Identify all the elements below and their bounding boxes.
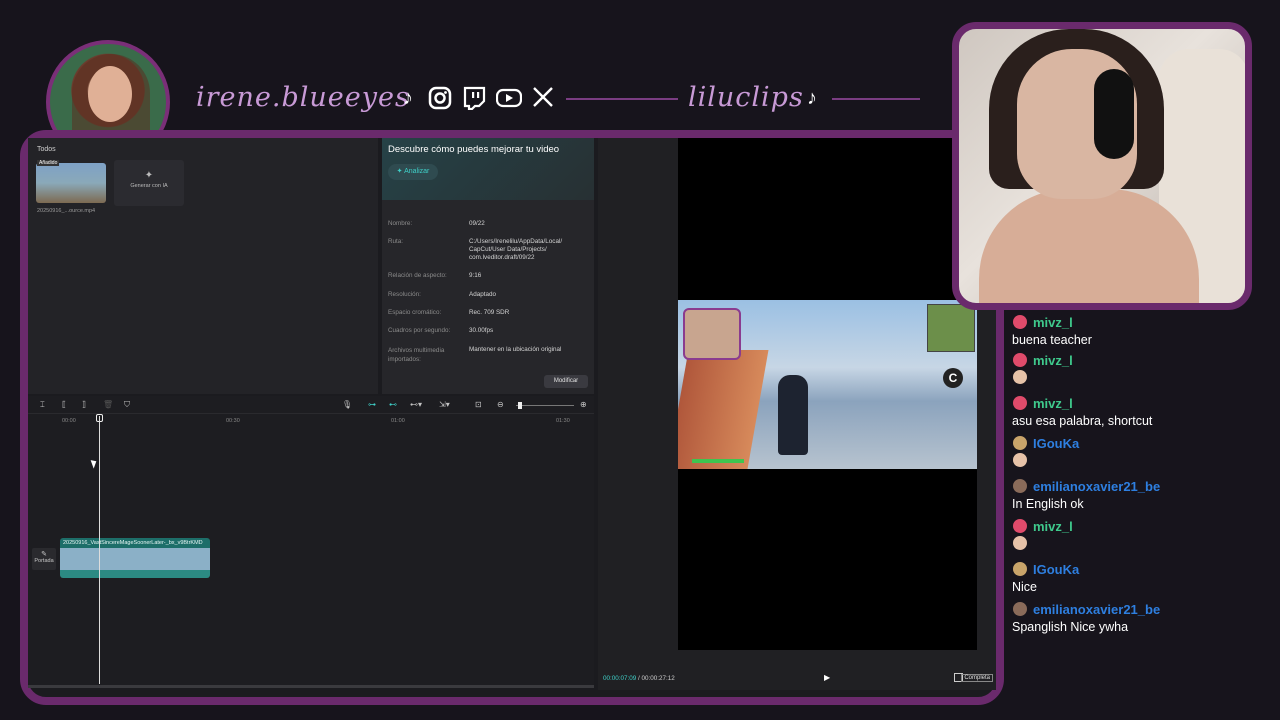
chat-username[interactable]: emilianoxavier21_be xyxy=(1033,602,1160,617)
split-left-icon[interactable]: ⟦ xyxy=(62,400,66,409)
time-readout: 00:00:07:09 / 00:00:27:12 xyxy=(603,675,675,682)
generate-ai-button[interactable]: ✦ Generar con IA xyxy=(114,160,184,206)
modify-button[interactable]: Modificar xyxy=(544,375,588,388)
emote-icon xyxy=(1013,370,1027,384)
magnet-icon[interactable]: ⊷ xyxy=(389,400,397,409)
chat-text: Spanglish Nice ywha xyxy=(1012,620,1129,634)
media-thumbnail[interactable]: Añadido xyxy=(36,160,106,203)
enhance-title: Descubre cómo puedes mejorar tu video xyxy=(388,144,560,155)
media-filename: 20250916_...ource.mp4 xyxy=(37,208,96,214)
zoom-slider[interactable] xyxy=(516,405,574,406)
user-badge-icon xyxy=(1013,353,1027,367)
filter-all[interactable]: Todos xyxy=(37,146,56,153)
tiktok-icon: ♪ xyxy=(807,87,817,109)
emote-icon xyxy=(1013,536,1027,550)
fullscreen-button[interactable]: Completa xyxy=(961,674,993,682)
delete-icon[interactable]: 🗑 xyxy=(103,400,113,409)
letterbox xyxy=(678,138,977,300)
instagram-icon xyxy=(428,86,452,110)
emote-icon xyxy=(1013,453,1027,467)
chat-username[interactable]: mivz_l xyxy=(1033,353,1073,368)
chat-text: buena teacher xyxy=(1012,333,1092,347)
zoom-out-icon[interactable]: ⊖ xyxy=(497,400,504,409)
headset xyxy=(1094,69,1134,159)
clip-name: 20250916_VastSincereMageSoonerLater-_bx_… xyxy=(63,540,203,546)
user-badge-icon xyxy=(1013,315,1027,329)
twitch-icon xyxy=(462,86,486,111)
streamer-handle: irene.blueeyes xyxy=(196,82,410,113)
chat-panel: mivz_l buena teacher mivz_l mivz_l asu e… xyxy=(1010,312,1280,642)
user-badge-icon xyxy=(1013,479,1027,493)
analyze-button[interactable]: ✦ Analizar xyxy=(388,164,438,180)
ruler-tick: 01:30 xyxy=(556,418,570,424)
webcam-feed xyxy=(952,22,1252,310)
link-icon[interactable]: ⊶ xyxy=(368,400,376,409)
pencil-icon: ✎ xyxy=(41,551,47,558)
user-badge-icon xyxy=(1013,396,1027,410)
youtube-icon xyxy=(495,86,523,110)
play-icon[interactable]: ▶ xyxy=(824,673,830,682)
split-icon[interactable]: ⌶ xyxy=(40,400,45,410)
chat-username[interactable]: mivz_l xyxy=(1033,315,1073,330)
health-bar xyxy=(692,459,744,463)
zoom-slider-knob[interactable] xyxy=(518,402,522,409)
generate-ai-label: Generar con IA xyxy=(130,183,168,189)
minimap xyxy=(927,304,975,352)
game-character xyxy=(778,375,808,455)
snap-icon[interactable]: ⊷▾ xyxy=(410,400,422,409)
user-badge-icon xyxy=(1013,562,1027,576)
zoom-in-icon[interactable]: ⊕ xyxy=(580,400,587,409)
c-logo-icon: C xyxy=(943,368,963,388)
cover-button[interactable]: ✎ Portada xyxy=(32,548,56,570)
user-badge-icon xyxy=(1013,436,1027,450)
media-panel: Todos Añadido 20250916_...ource.mp4 ✦ Ge… xyxy=(28,138,378,394)
chat-username[interactable]: mivz_l xyxy=(1033,396,1073,411)
video-clip[interactable]: 20250916_VastSincereMageSoonerLater-_bx_… xyxy=(60,538,210,578)
ruler-tick: 00:30 xyxy=(226,418,240,424)
chat-username[interactable]: IGouKa xyxy=(1033,562,1079,577)
shield-icon[interactable]: ⛉ xyxy=(124,400,130,410)
chat-username[interactable]: IGouKa xyxy=(1033,436,1079,451)
caption-icon[interactable]: ⊡ xyxy=(475,400,482,409)
chat-text: asu esa palabra, shortcut xyxy=(1012,414,1153,428)
preview-axis-icon[interactable]: ⇲▾ xyxy=(439,400,450,409)
chat-text: In English ok xyxy=(1012,497,1084,511)
clips-handle: liluclips xyxy=(688,82,804,113)
chat-username[interactable]: emilianoxavier21_be xyxy=(1033,479,1160,494)
timeline-scrollbar[interactable] xyxy=(28,685,594,688)
project-details-panel: Descubre cómo puedes mejorar tu video ✦ … xyxy=(382,138,594,394)
divider xyxy=(566,98,678,100)
user-badge-icon xyxy=(1013,519,1027,533)
chat-username[interactable]: mivz_l xyxy=(1033,519,1073,534)
letterbox xyxy=(678,469,977,650)
x-icon xyxy=(531,86,555,110)
sparkle-icon: ✦ xyxy=(144,170,154,181)
timeline-toolbar: ⌶ ⟦ ⟧ 🗑 ⛉ 🎙 ⊶ ⊷ ⊷▾ ⇲▾ ⊡ ⊖ ⊕ xyxy=(28,396,594,414)
video-preview[interactable]: C xyxy=(678,300,977,469)
timeline-panel: ⌶ ⟦ ⟧ 🗑 ⛉ 🎙 ⊶ ⊷ ⊷▾ ⇲▾ ⊡ ⊖ ⊕ 00:00 00:30 … xyxy=(28,396,594,688)
enhance-banner: Descubre cómo puedes mejorar tu video ✦ … xyxy=(382,138,594,200)
facecam-overlay xyxy=(683,308,741,360)
added-badge: Añadido xyxy=(37,160,60,166)
divider xyxy=(832,98,920,100)
ruler-tick: 00:00 xyxy=(62,418,76,424)
user-badge-icon xyxy=(1013,602,1027,616)
ruler-tick: 01:00 xyxy=(391,418,405,424)
tiktok-icon: ♪ xyxy=(403,87,413,109)
mouse-cursor xyxy=(90,458,99,469)
split-right-icon[interactable]: ⟧ xyxy=(82,400,86,409)
playhead[interactable] xyxy=(99,416,100,684)
video-player: C 00:00:07:09 / 00:00:27:12 ▶ Completa xyxy=(598,138,996,690)
mic-icon[interactable]: 🎙 xyxy=(342,400,352,409)
chat-text: Nice xyxy=(1012,580,1038,594)
